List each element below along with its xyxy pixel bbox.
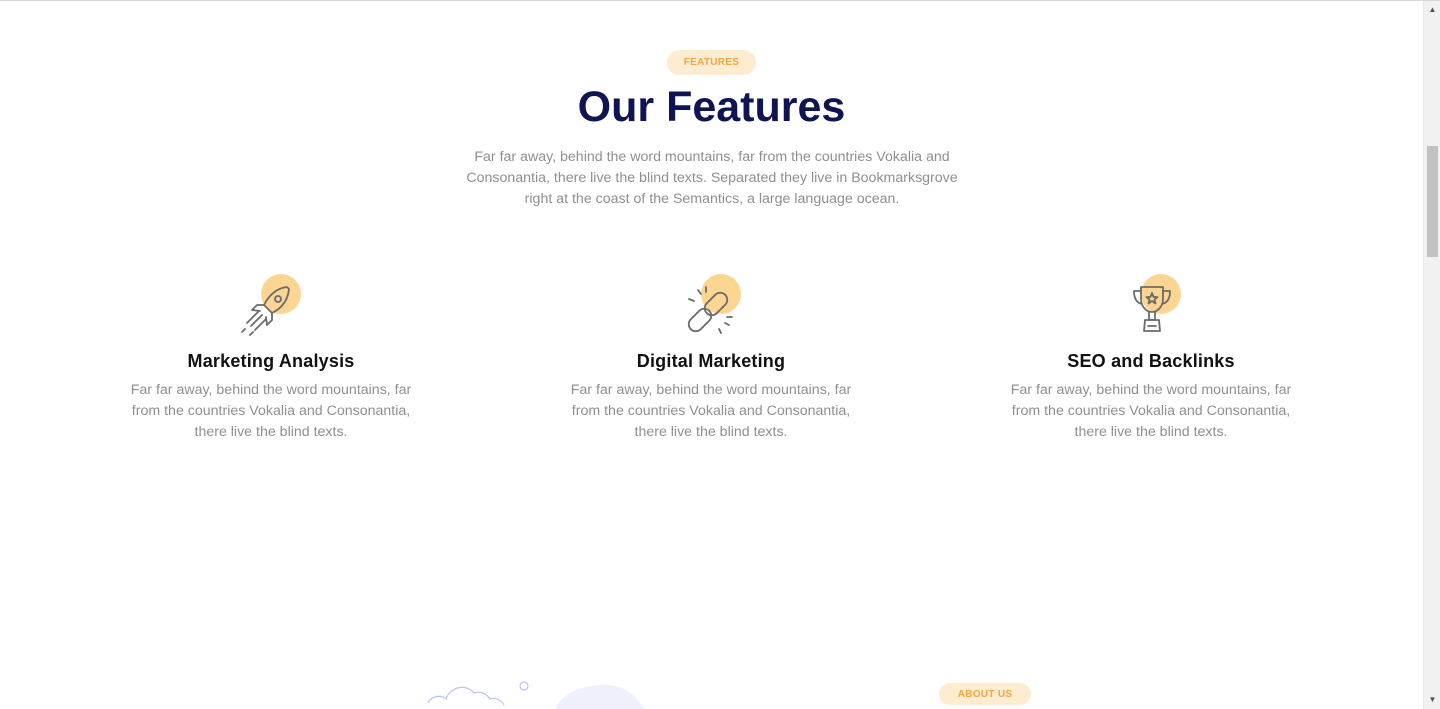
- feature-title: SEO and Backlinks: [1067, 351, 1235, 371]
- feature-icon-wrap: [671, 269, 751, 341]
- trophy-icon: [1133, 286, 1171, 332]
- section-title: Our Features: [577, 83, 846, 131]
- section-description: Far far away, behind the word mountains,…: [466, 149, 958, 207]
- about-illustration: [427, 681, 646, 709]
- page-content: FEATURES Our Features Far far away, behi…: [0, 1, 1423, 709]
- feature-icon-wrap: [1111, 269, 1191, 341]
- feature-text: Far far away, behind the word mountains,…: [130, 382, 412, 440]
- feature-card-marketing-analysis: Marketing Analysis Far far away, behind …: [121, 269, 421, 443]
- scroll-up-arrow-icon[interactable]: ▲: [1424, 2, 1440, 16]
- feature-text: Far far away, behind the word mountains,…: [570, 382, 852, 440]
- rocket-icon: [241, 286, 290, 336]
- feature-card-seo-backlinks: SEO and Backlinks Far far away, behind t…: [1001, 269, 1301, 443]
- feature-text: Far far away, behind the word mountains,…: [1010, 382, 1292, 440]
- feature-title: Digital Marketing: [636, 351, 786, 371]
- scrollbar-thumb[interactable]: [1427, 146, 1438, 257]
- feature-title: Marketing Analysis: [187, 351, 355, 371]
- feature-card-digital-marketing: Digital Marketing Far far away, behind t…: [561, 269, 861, 443]
- features-badge: FEATURES: [667, 50, 756, 75]
- chain-link-icon: [687, 286, 733, 334]
- scroll-down-arrow-icon[interactable]: ▼: [1424, 692, 1440, 706]
- vertical-scrollbar[interactable]: ▲ ▼: [1423, 1, 1440, 709]
- page-viewport: FEATURES Our Features Far far away, behi…: [0, 0, 1440, 709]
- feature-icon-wrap: [231, 269, 311, 341]
- about-us-badge: ABOUT US: [939, 683, 1031, 705]
